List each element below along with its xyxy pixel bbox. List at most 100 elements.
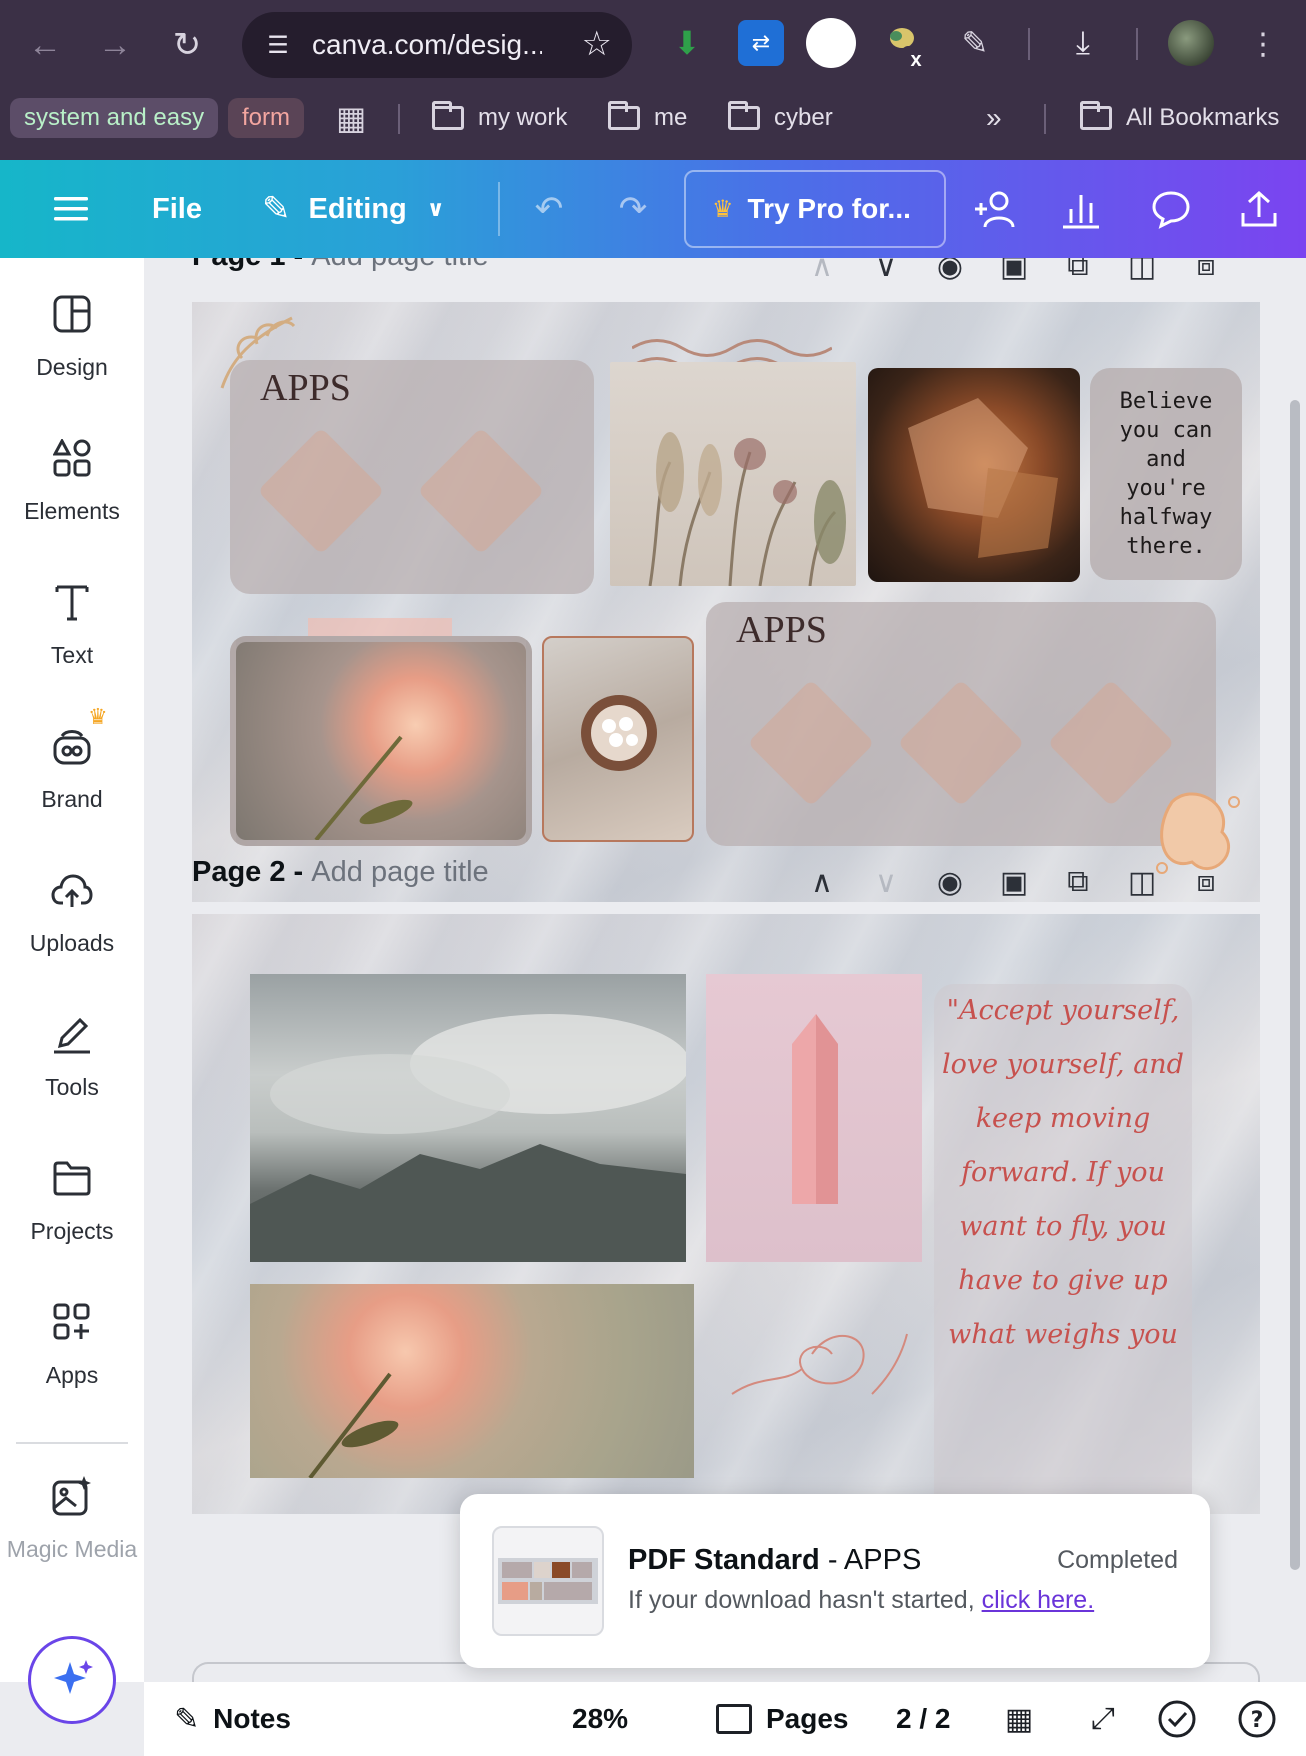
design-name: - APPS bbox=[827, 1544, 922, 1576]
page-title[interactable]: Page 2 - Add page title bbox=[192, 856, 489, 889]
reload-icon[interactable]: ↻ bbox=[162, 20, 212, 70]
more-bookmarks-chevron-icon[interactable]: » bbox=[986, 98, 1002, 138]
move-up-chevron-icon[interactable]: ∧ bbox=[800, 258, 844, 288]
add-page-icon[interactable]: ⧈ bbox=[1184, 258, 1228, 288]
bookmark-my-work[interactable]: my work bbox=[432, 98, 567, 138]
apps-block-top[interactable]: APPS bbox=[230, 360, 594, 594]
notes-button[interactable]: ✎ Notes bbox=[174, 1682, 291, 1756]
canvas-area: Page 1 - Add page title ∧ ∨ ◉ ▣ ⧉ ◫ ⧈ AP… bbox=[144, 258, 1306, 1682]
profile-circle-icon[interactable] bbox=[806, 18, 856, 68]
avatar[interactable] bbox=[1168, 20, 1214, 66]
translate-extension-icon[interactable]: ⇄ bbox=[738, 20, 784, 66]
duplicate-icon[interactable]: ⧉ bbox=[1056, 258, 1100, 288]
hide-eye-icon[interactable]: ◉ bbox=[928, 860, 972, 904]
help-question-icon[interactable]: ? bbox=[1234, 1696, 1280, 1742]
peony-photo[interactable] bbox=[230, 636, 532, 846]
hide-eye-icon[interactable]: ◉ bbox=[928, 258, 972, 288]
comment-icon[interactable] bbox=[1146, 184, 1196, 234]
sidebar-item-brand[interactable]: ♛ Brand bbox=[0, 702, 144, 832]
share-upload-icon[interactable] bbox=[1234, 184, 1284, 234]
crown-icon: ♛ bbox=[712, 195, 734, 223]
sidebar-item-tools[interactable]: Tools bbox=[0, 990, 144, 1120]
zoom-level[interactable]: 28% bbox=[572, 1682, 628, 1756]
lock-icon[interactable]: ▣ bbox=[992, 860, 1036, 904]
menu-kebab-icon[interactable]: ⋮ bbox=[1238, 20, 1288, 70]
download-toast: PDF Standard - APPS Completed If your do… bbox=[460, 1494, 1210, 1668]
design-page-2[interactable]: "Accept yourself, love yourself, and kee… bbox=[192, 914, 1260, 1514]
address-bar[interactable]: ☰ canva.com/desig... ☆ bbox=[242, 12, 632, 78]
try-pro-label: Try Pro for... bbox=[747, 193, 911, 224]
canvas-scrollbar[interactable] bbox=[1290, 400, 1300, 1570]
rose-quartz-crystal-photo[interactable] bbox=[706, 974, 922, 1262]
page-counter: 2 / 2 bbox=[896, 1682, 950, 1756]
downloads-icon[interactable]: ⤓ bbox=[1060, 20, 1106, 66]
page-title[interactable]: Page 1 - Add page title bbox=[192, 258, 489, 273]
file-label: File bbox=[152, 192, 202, 225]
sidebar-item-elements[interactable]: Elements bbox=[0, 414, 144, 544]
trash-icon[interactable]: ◫ bbox=[1120, 860, 1164, 904]
retry-download-link[interactable]: click here. bbox=[982, 1586, 1095, 1614]
hot-chocolate-photo[interactable] bbox=[542, 636, 694, 842]
sidebar-item-projects[interactable]: Projects bbox=[0, 1134, 144, 1264]
trash-icon[interactable]: ◫ bbox=[1120, 258, 1164, 288]
move-down-chevron-icon[interactable]: ∨ bbox=[864, 860, 908, 904]
toolbar-divider bbox=[1028, 28, 1030, 60]
page-title-placeholder[interactable]: Add page title bbox=[311, 856, 488, 888]
back-icon[interactable]: ← bbox=[20, 20, 70, 70]
sidebar-item-label: Elements bbox=[24, 498, 120, 524]
quote-card[interactable]: Believe you can and you're halfway there… bbox=[1090, 368, 1242, 580]
insights-chart-icon[interactable] bbox=[1056, 184, 1106, 234]
magic-sparkle-button[interactable] bbox=[28, 1636, 116, 1724]
bookmark-apps-grid-icon[interactable]: ▦ bbox=[336, 98, 366, 138]
bookmark-star-icon[interactable]: ☆ bbox=[582, 24, 612, 64]
folder-icon bbox=[728, 101, 760, 130]
page-number: Page 2 - bbox=[192, 856, 304, 888]
peony-photo-2[interactable] bbox=[250, 1284, 694, 1478]
add-page-icon[interactable]: ⧈ bbox=[1184, 860, 1228, 904]
lock-icon[interactable]: ▣ bbox=[992, 258, 1036, 288]
forward-icon[interactable]: → bbox=[90, 20, 140, 70]
export-format: PDF Standard bbox=[628, 1544, 820, 1576]
quote-text-2: "Accept yourself, love yourself, and kee… bbox=[942, 995, 1184, 1350]
all-bookmarks[interactable]: All Bookmarks bbox=[1080, 98, 1279, 138]
design-page-1[interactable]: APPS Believe you can and you're halfway … bbox=[192, 302, 1260, 902]
move-up-chevron-icon[interactable]: ∧ bbox=[800, 860, 844, 904]
try-pro-button[interactable]: ♛ Try Pro for... bbox=[684, 170, 946, 248]
mountain-clouds-photo[interactable] bbox=[250, 974, 686, 1262]
diamond-shape bbox=[417, 427, 545, 555]
bookmark-me[interactable]: me bbox=[608, 98, 687, 138]
fullscreen-expand-icon[interactable]: ⤢ bbox=[1080, 1696, 1126, 1742]
download-status: Completed bbox=[1057, 1546, 1178, 1574]
grid-view-icon[interactable]: ▦ bbox=[996, 1696, 1042, 1742]
url-text[interactable]: canva.com/desig... bbox=[312, 29, 542, 61]
bookmark-system-and-easy[interactable]: system and easy bbox=[10, 98, 219, 138]
pages-button[interactable]: Pages bbox=[716, 1682, 849, 1756]
undo-icon[interactable]: ↶ bbox=[524, 184, 574, 234]
move-down-chevron-icon[interactable]: ∨ bbox=[864, 258, 908, 288]
download-extension-icon[interactable]: ⬇ bbox=[664, 20, 710, 66]
share-people-icon[interactable] bbox=[970, 184, 1020, 234]
sidebar-item-text[interactable]: Text bbox=[0, 558, 144, 688]
site-settings-icon[interactable]: ☰ bbox=[258, 31, 298, 60]
elements-shapes-icon bbox=[44, 430, 100, 486]
bookmark-cyber[interactable]: cyber bbox=[728, 98, 833, 138]
autumn-leaves-photo[interactable] bbox=[868, 368, 1080, 582]
duplicate-icon[interactable]: ⧉ bbox=[1056, 860, 1100, 904]
extensions-puzzle-icon[interactable]: ✎ bbox=[952, 20, 998, 66]
bookmark-form[interactable]: form bbox=[228, 98, 304, 138]
check-circle-icon[interactable] bbox=[1154, 1696, 1200, 1742]
hamburger-menu-icon[interactable] bbox=[46, 184, 96, 234]
sidebar-item-apps[interactable]: Apps bbox=[0, 1278, 144, 1408]
sidebar-item-magic-media[interactable]: Magic Media bbox=[0, 1452, 144, 1582]
apps-block-bottom[interactable]: APPS bbox=[706, 602, 1216, 846]
sidebar-item-uploads[interactable]: Uploads bbox=[0, 846, 144, 976]
file-menu[interactable]: File bbox=[152, 160, 202, 258]
sidebar-item-design[interactable]: Design bbox=[0, 270, 144, 400]
editing-mode-dropdown[interactable]: ✎ Editing ∨ bbox=[262, 160, 445, 258]
magic-media-image-icon bbox=[44, 1468, 100, 1524]
redo-icon[interactable]: ↷ bbox=[608, 184, 658, 234]
dried-flowers-photo[interactable] bbox=[610, 362, 856, 586]
page-title-placeholder[interactable]: Add page title bbox=[311, 258, 488, 272]
page-number: Page 1 - bbox=[192, 258, 303, 272]
editing-label: Editing bbox=[308, 192, 407, 225]
